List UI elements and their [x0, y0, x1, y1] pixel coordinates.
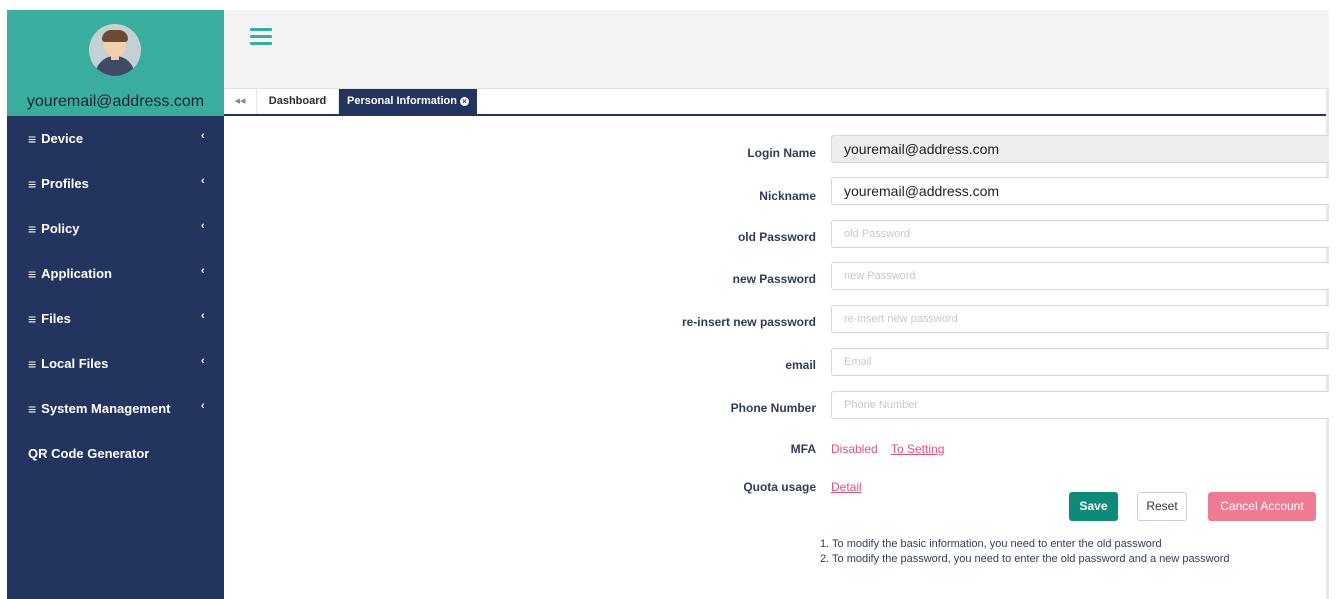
user-email: youremail@address.com: [26, 93, 205, 110]
sidebar-item-label: Policy: [41, 221, 80, 236]
sidebar-item-label: Profiles: [41, 176, 89, 191]
email-field[interactable]: [831, 348, 1329, 376]
close-tab-icon[interactable]: ×: [460, 97, 470, 106]
sidebar-item-profiles[interactable]: ≡ Profiles ‹: [7, 161, 224, 206]
sidebar-item-label: Files: [41, 311, 71, 326]
reinsert-password-field[interactable]: [831, 305, 1329, 333]
mfa-label: MFA: [790, 442, 816, 456]
chevron-left-icon: ‹: [201, 175, 205, 187]
nickname-field[interactable]: [831, 177, 1329, 205]
new-password-field[interactable]: [831, 262, 1329, 290]
chevron-left-icon: ‹: [201, 220, 205, 232]
tab-bar: ◂◂ Dashboard Personal Information ×: [224, 89, 1329, 116]
help-note: 2. To modify the password, you need to e…: [820, 553, 1230, 565]
chevron-left-icon: ‹: [201, 265, 205, 277]
help-notes: 1. To modify the basic information, you …: [820, 537, 1230, 567]
menu-list-icon: ≡: [28, 220, 37, 237]
tab-personal-information[interactable]: Personal Information ×: [339, 89, 477, 114]
sidebar-item-application[interactable]: ≡ Application ‹: [7, 251, 224, 296]
mfa-status: Disabled: [831, 442, 878, 456]
chevron-left-icon: ‹: [201, 130, 205, 142]
sidebar-item-policy[interactable]: ≡ Policy ‹: [7, 206, 224, 251]
top-bar: [224, 10, 1329, 89]
sidebar-item-device[interactable]: ≡ Device ‹: [7, 116, 224, 161]
phone-number-field[interactable]: [831, 391, 1329, 419]
help-note: 1. To modify the basic information, you …: [820, 538, 1162, 550]
chevron-left-icon: ‹: [201, 400, 205, 412]
reset-button[interactable]: Reset: [1137, 492, 1187, 521]
cancel-account-button[interactable]: Cancel Account: [1208, 492, 1316, 521]
chevron-left-icon: ‹: [201, 355, 205, 367]
sidebar: youremail@address.com ≡ Device ‹ ≡ Profi…: [7, 10, 224, 599]
old-password-field[interactable]: [831, 220, 1329, 248]
sidebar-item-files[interactable]: ≡ Files ‹: [7, 296, 224, 341]
chevron-left-icon: ‹: [201, 310, 205, 322]
quota-usage-label: Quota usage: [743, 480, 816, 494]
sidebar-item-qr-code-generator[interactable]: QR Code Generator: [7, 431, 224, 476]
hamburger-menu-icon[interactable]: [250, 28, 272, 46]
new-password-label: new Password: [732, 272, 816, 286]
avatar-hair: [102, 30, 128, 42]
sidebar-item-label: Application: [41, 266, 112, 281]
phone-number-label: Phone Number: [730, 401, 816, 415]
main-content: ◂◂ Dashboard Personal Information × Login…: [224, 10, 1329, 599]
tab-scroll-left-icon[interactable]: ◂◂: [224, 89, 257, 114]
app-window: youremail@address.com ≡ Device ‹ ≡ Profi…: [7, 10, 1329, 599]
menu-list-icon: ≡: [28, 400, 37, 417]
sidebar-item-system-management[interactable]: ≡ System Management ‹: [7, 386, 224, 431]
sidebar-item-label: Local Files: [41, 356, 109, 371]
sidebar-item-local-files[interactable]: ≡ Local Files ‹: [7, 341, 224, 386]
mfa-setting-link[interactable]: To Setting: [891, 442, 944, 456]
menu-list-icon: ≡: [28, 310, 37, 327]
sidebar-item-label: System Management: [41, 401, 171, 416]
tab-dashboard[interactable]: Dashboard: [257, 89, 339, 114]
personal-info-form: Login Name Nickname old Password new Pas…: [224, 118, 1329, 599]
reinsert-password-label: re-insert new password: [681, 315, 816, 329]
sidebar-item-label: Device: [41, 131, 84, 146]
email-label: email: [785, 358, 816, 372]
login-name-label: Login Name: [747, 146, 816, 160]
profile-panel: youremail@address.com: [7, 10, 224, 116]
menu-list-icon: ≡: [28, 355, 37, 372]
menu-list-icon: ≡: [28, 130, 37, 147]
quota-detail-link[interactable]: Detail: [831, 480, 862, 494]
nickname-label: Nickname: [759, 189, 816, 203]
user-avatar[interactable]: [89, 24, 141, 76]
tab-label: Personal Information: [346, 95, 458, 107]
save-button[interactable]: Save: [1069, 492, 1118, 521]
sidebar-item-label: QR Code Generator: [28, 446, 150, 461]
menu-list-icon: ≡: [28, 175, 37, 192]
login-name-field[interactable]: [831, 135, 1329, 163]
tab-label: Dashboard: [268, 95, 327, 107]
old-password-label: old Password: [737, 230, 816, 244]
sidebar-menu: ≡ Device ‹ ≡ Profiles ‹ ≡ Policy ‹ ≡ App…: [7, 116, 224, 476]
menu-list-icon: ≡: [28, 265, 37, 282]
